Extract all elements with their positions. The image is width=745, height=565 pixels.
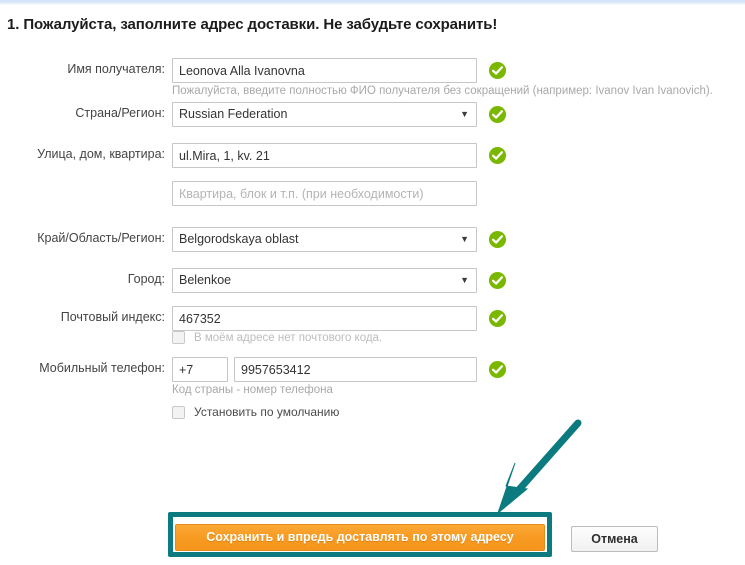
check-circle-icon (488, 360, 507, 379)
no-postal-code-checkbox[interactable] (172, 331, 185, 344)
phone-country-code-input[interactable] (172, 357, 228, 382)
oblast-select[interactable]: Belgorodskaya oblast ▼ (172, 227, 477, 252)
set-default-checkbox-row[interactable]: Установить по умолчанию (172, 405, 339, 419)
country-select-value: Russian Federation (179, 107, 288, 121)
no-postal-code-checkbox-row[interactable]: В моём адресе нет почтового кода. (172, 331, 382, 344)
form-row-set-default: Установить по умолчанию (0, 405, 745, 435)
field-wrap-country: Russian Federation ▼ (172, 102, 477, 127)
field-wrap-oblast: Belgorodskaya oblast ▼ (172, 227, 477, 252)
shipping-address-form: Имя получателя: Пожалуйста, введите полн… (0, 58, 745, 435)
form-row-city: Город: Belenkoe ▼ (0, 268, 745, 306)
postal-code-input[interactable] (172, 306, 477, 331)
form-row-street: Улица, дом, квартира: (0, 143, 745, 181)
label-country: Страна/Регион: (75, 106, 165, 120)
set-default-checkbox[interactable] (172, 405, 185, 419)
form-row-mobile-phone: Мобильный телефон: Код страны - номер те… (0, 357, 745, 405)
chevron-down-icon: ▼ (460, 234, 469, 244)
form-row-apartment (0, 181, 745, 227)
cancel-button[interactable]: Отмена (571, 526, 658, 552)
recipient-name-input[interactable] (172, 58, 477, 83)
hint-recipient-name: Пожалуйста, введите полностью ФИО получа… (172, 85, 713, 97)
no-postal-code-label: В моём адресе нет почтового кода. (194, 331, 383, 344)
label-postal-code: Почтовый индекс: (60, 310, 165, 324)
page-top-accent-strip (0, 0, 745, 5)
street-address-input[interactable] (172, 143, 477, 168)
field-wrap-postal-code (172, 306, 477, 331)
phone-number-input[interactable] (234, 357, 477, 382)
check-circle-icon (488, 309, 507, 328)
apartment-input[interactable] (172, 181, 477, 206)
form-row-country: Страна/Регион: Russian Federation ▼ (0, 102, 745, 143)
chevron-down-icon: ▼ (460, 109, 469, 119)
check-circle-icon (488, 105, 507, 124)
form-row-postal-code: Почтовый индекс: В моём адресе нет почто… (0, 306, 745, 357)
label-oblast: Край/Область/Регион: (37, 231, 165, 245)
check-circle-icon (488, 230, 507, 249)
country-select[interactable]: Russian Federation ▼ (172, 102, 477, 127)
city-select-value: Belenkoe (179, 273, 232, 287)
field-wrap-city: Belenkoe ▼ (172, 268, 477, 293)
city-select[interactable]: Belenkoe ▼ (172, 268, 477, 293)
field-wrap-apartment (172, 181, 477, 206)
save-button[interactable]: Сохранить и впредь доставлять по этому а… (175, 524, 545, 551)
form-row-oblast: Край/Область/Регион: Belgorodskaya oblas… (0, 227, 745, 268)
page-title: 1. Пожалуйста, заполните адрес доставки.… (7, 16, 498, 33)
field-wrap-recipient-name (172, 58, 477, 83)
field-wrap-mobile-phone (172, 357, 477, 382)
check-circle-icon (488, 61, 507, 80)
check-circle-icon (488, 271, 507, 290)
label-city: Город: (127, 272, 165, 286)
hint-mobile-phone: Код страны - номер телефона (172, 384, 333, 396)
label-recipient-name: Имя получателя: (67, 62, 165, 76)
form-row-recipient-name: Имя получателя: Пожалуйста, введите полн… (0, 58, 745, 102)
label-mobile-phone: Мобильный телефон: (39, 361, 165, 375)
label-street: Улица, дом, квартира: (37, 147, 165, 161)
field-wrap-street (172, 143, 477, 168)
set-default-label: Установить по умолчанию (194, 405, 340, 419)
check-circle-icon (488, 146, 507, 165)
oblast-select-value: Belgorodskaya oblast (179, 232, 299, 246)
chevron-down-icon: ▼ (460, 275, 469, 285)
